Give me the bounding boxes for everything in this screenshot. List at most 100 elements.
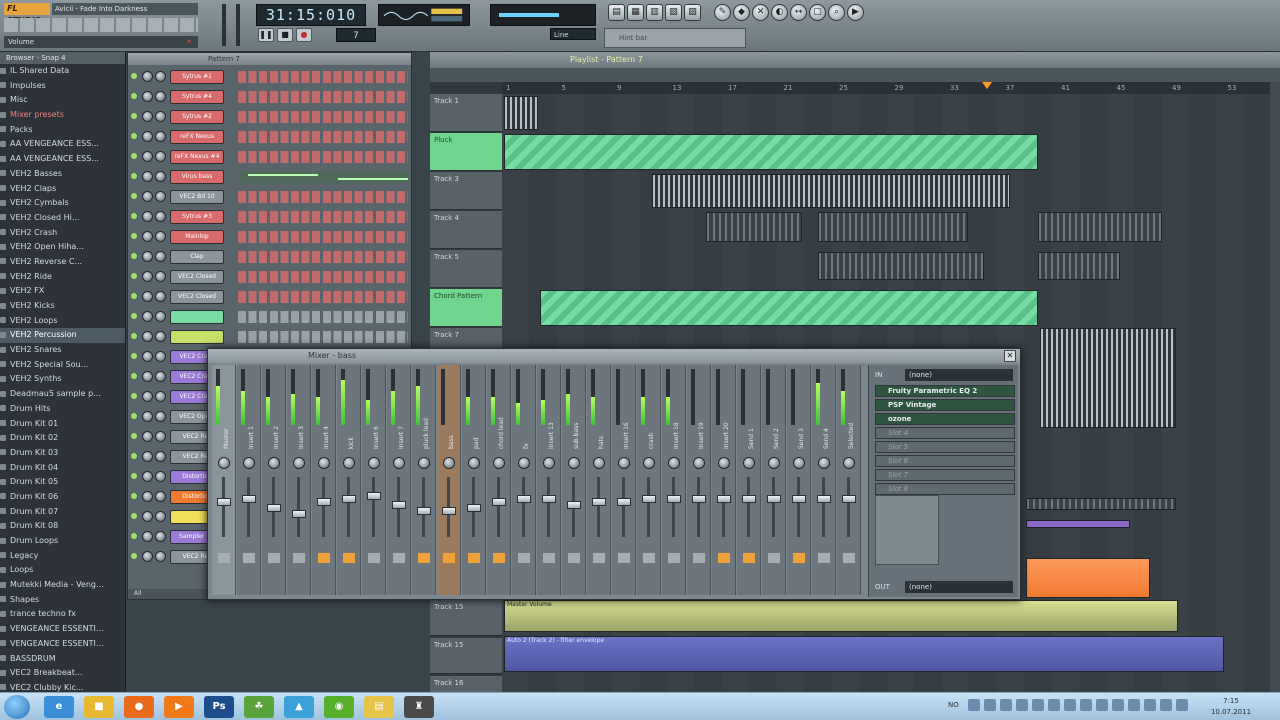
mixer-strip[interactable]: Insert 19 xyxy=(687,365,711,595)
channel-button[interactable]: Mainlop xyxy=(170,230,224,244)
taskbar-app-icon[interactable]: ▤ xyxy=(364,696,394,718)
pattern-clip[interactable] xyxy=(818,212,968,242)
channel-led[interactable] xyxy=(131,113,137,119)
pan-knob[interactable] xyxy=(518,457,530,469)
volume-fader[interactable] xyxy=(492,498,506,506)
browser-item[interactable]: VEH2 Snares xyxy=(0,343,125,358)
channel-led[interactable] xyxy=(131,293,137,299)
route-button[interactable] xyxy=(793,553,805,563)
song-position-display[interactable]: 31:15:010 xyxy=(256,4,366,26)
piano-roll-icon[interactable]: ▥ xyxy=(646,4,663,21)
browser-item[interactable]: VEH2 FX xyxy=(0,284,125,299)
browser-item[interactable]: Shapes xyxy=(0,593,125,608)
channel-led[interactable] xyxy=(131,233,137,239)
pan-knob[interactable] xyxy=(243,457,255,469)
channel-led[interactable] xyxy=(131,253,137,259)
browser-item[interactable]: AA VENGEANCE ESS... xyxy=(0,137,125,152)
volume-fader[interactable] xyxy=(642,495,656,503)
step-grid[interactable] xyxy=(238,331,408,343)
pan-knob[interactable] xyxy=(693,457,705,469)
step-grid[interactable] xyxy=(238,231,408,243)
fx-slot[interactable]: ozone xyxy=(875,413,1015,425)
route-button[interactable] xyxy=(318,553,330,563)
channel-button[interactable]: VEC2 Closed xyxy=(170,290,224,304)
output-selector[interactable]: OUT (none) xyxy=(875,581,1015,593)
volume-fader[interactable] xyxy=(342,495,356,503)
step-grid[interactable] xyxy=(238,271,408,283)
language-indicator[interactable]: NO xyxy=(948,701,959,709)
browser-item[interactable]: VEH2 Claps xyxy=(0,182,125,197)
step-grid[interactable] xyxy=(238,111,408,123)
taskbar-app-icon[interactable]: ☘ xyxy=(244,696,274,718)
zoom-icon[interactable]: ⌕ xyxy=(828,4,845,21)
input-selector[interactable]: IN (none) xyxy=(875,369,1015,381)
browser-item[interactable]: VENGEANCE ESSENTI... xyxy=(0,622,125,637)
master-volume-slider[interactable] xyxy=(222,4,226,46)
volume-knob[interactable] xyxy=(155,391,166,402)
volume-knob[interactable] xyxy=(155,351,166,362)
pattern-selector[interactable]: 7 xyxy=(336,28,376,42)
mixer-strip[interactable]: Insert 16 xyxy=(612,365,636,595)
channel-led[interactable] xyxy=(131,213,137,219)
volume-knob[interactable] xyxy=(155,531,166,542)
route-button[interactable] xyxy=(543,553,555,563)
pan-knob[interactable] xyxy=(343,457,355,469)
playlist-toolbar[interactable] xyxy=(430,68,1280,82)
channel-led[interactable] xyxy=(131,453,137,459)
channel-led[interactable] xyxy=(131,373,137,379)
browser-item[interactable]: Mutekki Media - Veng... xyxy=(0,578,125,593)
step-grid[interactable] xyxy=(238,91,408,103)
tray-icon[interactable] xyxy=(1176,699,1188,711)
route-button[interactable] xyxy=(568,553,580,563)
pan-knob[interactable] xyxy=(142,491,153,502)
volume-fader[interactable] xyxy=(767,495,781,503)
route-button[interactable] xyxy=(743,553,755,563)
taskbar-app-icon[interactable]: e xyxy=(44,696,74,718)
select-icon[interactable]: ▢ xyxy=(809,4,826,21)
volume-fader[interactable] xyxy=(442,507,456,515)
channel-led[interactable] xyxy=(131,353,137,359)
channel-button[interactable] xyxy=(170,310,224,324)
pan-knob[interactable] xyxy=(142,551,153,562)
snap-selector[interactable]: Line xyxy=(550,28,596,40)
browser-item[interactable]: Loops xyxy=(0,563,125,578)
browser-item[interactable]: VEH2 Kicks xyxy=(0,299,125,314)
pan-knob[interactable] xyxy=(142,511,153,522)
pencil-icon[interactable]: ✎ xyxy=(714,4,731,21)
pan-knob[interactable] xyxy=(142,131,153,142)
taskbar-app-icon[interactable]: Ps xyxy=(204,696,234,718)
browser-item[interactable]: Deadmau5 sample p... xyxy=(0,387,125,402)
pan-knob[interactable] xyxy=(142,391,153,402)
step-sequencer-icon[interactable]: ▦ xyxy=(627,4,644,21)
channel-button[interactable] xyxy=(170,330,224,344)
track-header[interactable]: Chord Pattern xyxy=(430,289,502,327)
route-button[interactable] xyxy=(693,553,705,563)
browser-item[interactable]: Legacy xyxy=(0,549,125,564)
volume-fader[interactable] xyxy=(367,492,381,500)
record-button[interactable]: ● xyxy=(296,28,312,42)
channel-led[interactable] xyxy=(131,553,137,559)
browser-item[interactable]: VEH2 Synths xyxy=(0,372,125,387)
track-header[interactable]: Track 15 xyxy=(430,638,502,674)
pan-knob[interactable] xyxy=(142,91,153,102)
channel-led[interactable] xyxy=(131,393,137,399)
pan-knob[interactable] xyxy=(793,457,805,469)
pattern-clip[interactable] xyxy=(504,134,1038,170)
mixer-strip[interactable]: Insert 20 xyxy=(712,365,736,595)
step-grid[interactable] xyxy=(238,211,408,223)
mixer-strip[interactable]: Insert 6 xyxy=(362,365,386,595)
volume-fader[interactable] xyxy=(217,498,231,506)
channel-led[interactable] xyxy=(131,493,137,499)
route-button[interactable] xyxy=(618,553,630,563)
volume-knob[interactable] xyxy=(155,111,166,122)
volume-fader[interactable] xyxy=(717,495,731,503)
pan-knob[interactable] xyxy=(142,371,153,382)
pan-knob[interactable] xyxy=(418,457,430,469)
volume-fader[interactable] xyxy=(467,504,481,512)
volume-knob[interactable] xyxy=(155,271,166,282)
pattern-clip[interactable] xyxy=(1038,212,1162,242)
pattern-clip[interactable] xyxy=(706,212,802,242)
fx-slot[interactable]: Fruity Parametric EQ 2 xyxy=(875,385,1015,397)
tray-icon[interactable] xyxy=(1048,699,1060,711)
browser-icon[interactable]: ▧ xyxy=(665,4,682,21)
